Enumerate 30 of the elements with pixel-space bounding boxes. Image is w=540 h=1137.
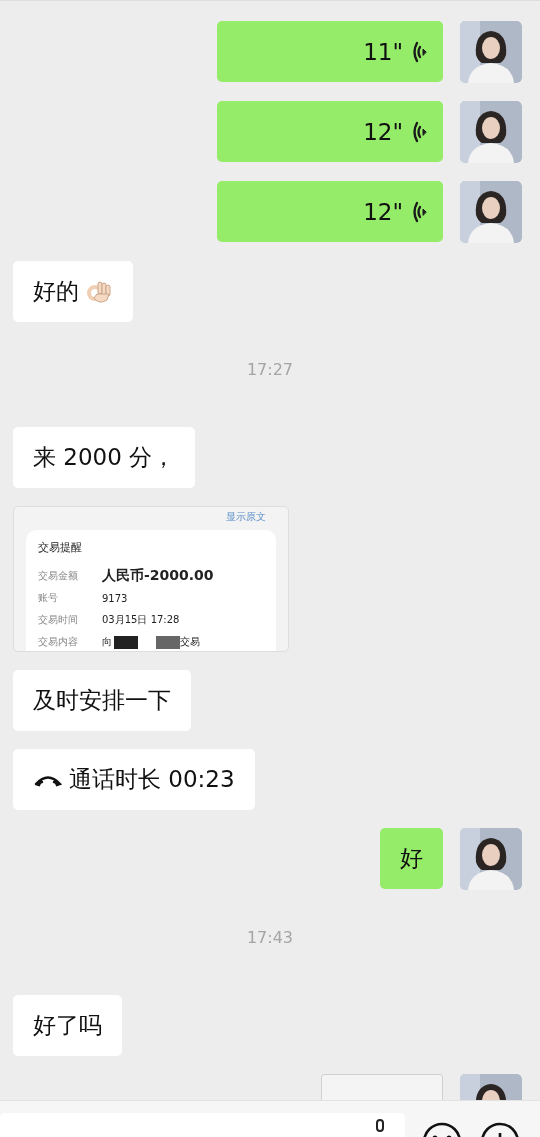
field-label: 交易时间 [38,613,79,627]
field-value: 03月15日 17:28 [102,613,180,627]
field-label: 交易金额 [38,569,79,583]
voice-icon [413,200,429,223]
field-label: 交易内容 [38,635,79,649]
avatar[interactable] [460,21,522,83]
received-message: 及时安排一下 [13,670,191,731]
voice-message[interactable]: 12" [217,101,443,162]
screenshot-message[interactable]: 显示原文 交易提醒 交易金额 人民币-2000.00 账号 9173 交易时间 03月15日 17:28 交易内容 向 交易 [13,506,289,652]
call-record-message[interactable]: 通话时长 00:23 [13,749,255,810]
redaction-block [156,635,180,649]
sent-message: 好 [380,828,443,889]
avatar[interactable] [460,828,522,890]
voice-message[interactable]: 11" [217,21,443,82]
received-message: 来 2000 分， [13,427,196,488]
field-label: 账号 [38,591,59,605]
avatar[interactable] [460,181,522,243]
timestamp: 17:43 [246,928,294,947]
field-value: 9173 [102,592,128,604]
voice-icon [413,120,429,143]
field-value: 向 [102,635,112,649]
avatar[interactable] [460,101,522,163]
timestamp: 17:27 [246,360,294,379]
field-value: 交易 [180,635,200,649]
received-message: 好的 [13,261,133,322]
receipt-title: 交易提醒 [38,540,83,555]
voice-message[interactable]: 12" [217,181,443,242]
received-message: 好了吗 [13,995,122,1056]
field-value: 人民币-2000.00 [102,567,214,585]
voice-icon [413,40,429,63]
